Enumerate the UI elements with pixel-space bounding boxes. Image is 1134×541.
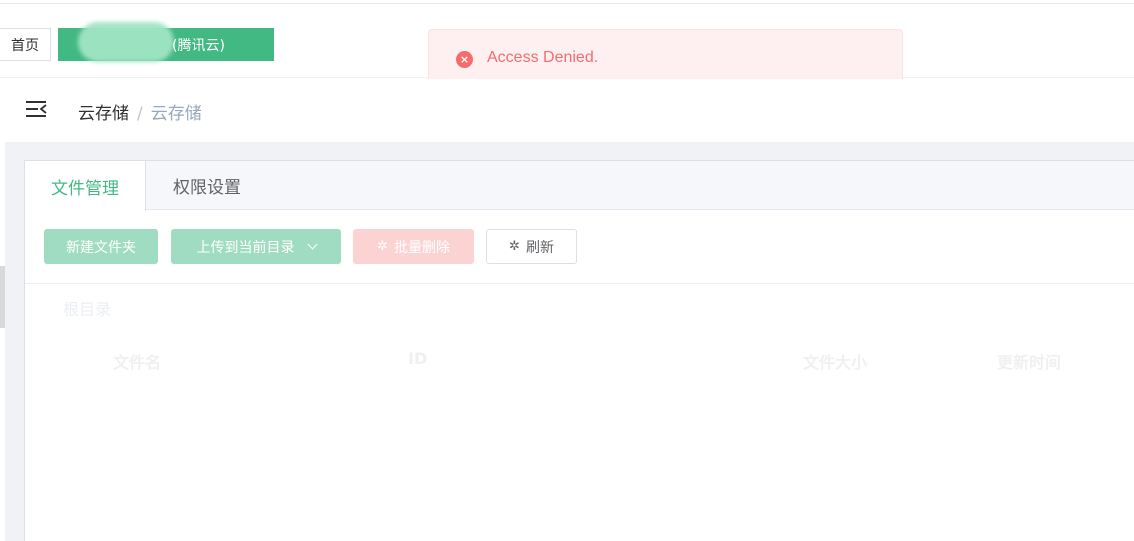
tag-cloud-storage[interactable]: (腾讯云) × xyxy=(58,22,316,62)
batch-delete-label: 批量删除 xyxy=(393,239,450,256)
upload-label: 上传到当前目录 xyxy=(196,239,295,256)
upload-dropdown-button[interactable]: 上传到当前目录 xyxy=(171,229,341,264)
new-folder-label: 新建文件夹 xyxy=(66,239,136,256)
breadcrumb-separator: / xyxy=(137,104,143,124)
tabs-header: 文件管理 权限设置 xyxy=(25,161,1134,211)
loading-spinner-icon: ✲ xyxy=(509,239,520,254)
navbar: 云存储 / 云存储 xyxy=(0,79,1134,142)
redacted-text-blur xyxy=(78,22,174,62)
menu-fold-icon[interactable] xyxy=(26,100,48,118)
breadcrumb-item-cloud-storage[interactable]: 云存储 xyxy=(78,104,129,124)
sidebar-edge xyxy=(0,266,5,328)
tab-permission-settings[interactable]: 权限设置 xyxy=(147,161,267,210)
column-header-updated: 更新时间 xyxy=(997,353,1062,372)
new-folder-button[interactable]: 新建文件夹 xyxy=(44,229,158,264)
refresh-label: 刷新 xyxy=(525,239,554,256)
error-circle-icon: × xyxy=(456,51,473,68)
toolbar-divider xyxy=(25,283,1134,284)
column-header-filename: 文件名 xyxy=(113,353,162,372)
tag-home[interactable]: 首页 xyxy=(0,28,51,61)
refresh-button[interactable]: ✲ 刷新 xyxy=(486,229,577,264)
tag-close-icon[interactable]: × xyxy=(306,37,316,51)
loading-spinner-icon: ✲ xyxy=(377,239,388,254)
tab-file-management[interactable]: 文件管理 xyxy=(25,161,146,211)
tag-home-label: 首页 xyxy=(11,37,39,54)
tag-cloud-storage-label: (腾讯云) xyxy=(172,38,225,54)
batch-delete-button[interactable]: ✲ 批量删除 xyxy=(353,229,474,264)
breadcrumb-item-current: 云存储 xyxy=(150,104,202,124)
breadcrumb: 云存储 / 云存储 xyxy=(78,99,202,124)
toast-message: Access Denied. xyxy=(487,49,599,66)
chevron-down-icon xyxy=(307,239,317,250)
tabs-card: 文件管理 权限设置 新建文件夹 上传到当前目录 ✲ 批量删除 ✲ 刷新 根目录 … xyxy=(24,160,1134,541)
column-header-filesize: 文件大小 xyxy=(803,353,868,372)
path-root[interactable]: 根目录 xyxy=(63,296,111,320)
column-header-id: ID xyxy=(408,349,428,368)
